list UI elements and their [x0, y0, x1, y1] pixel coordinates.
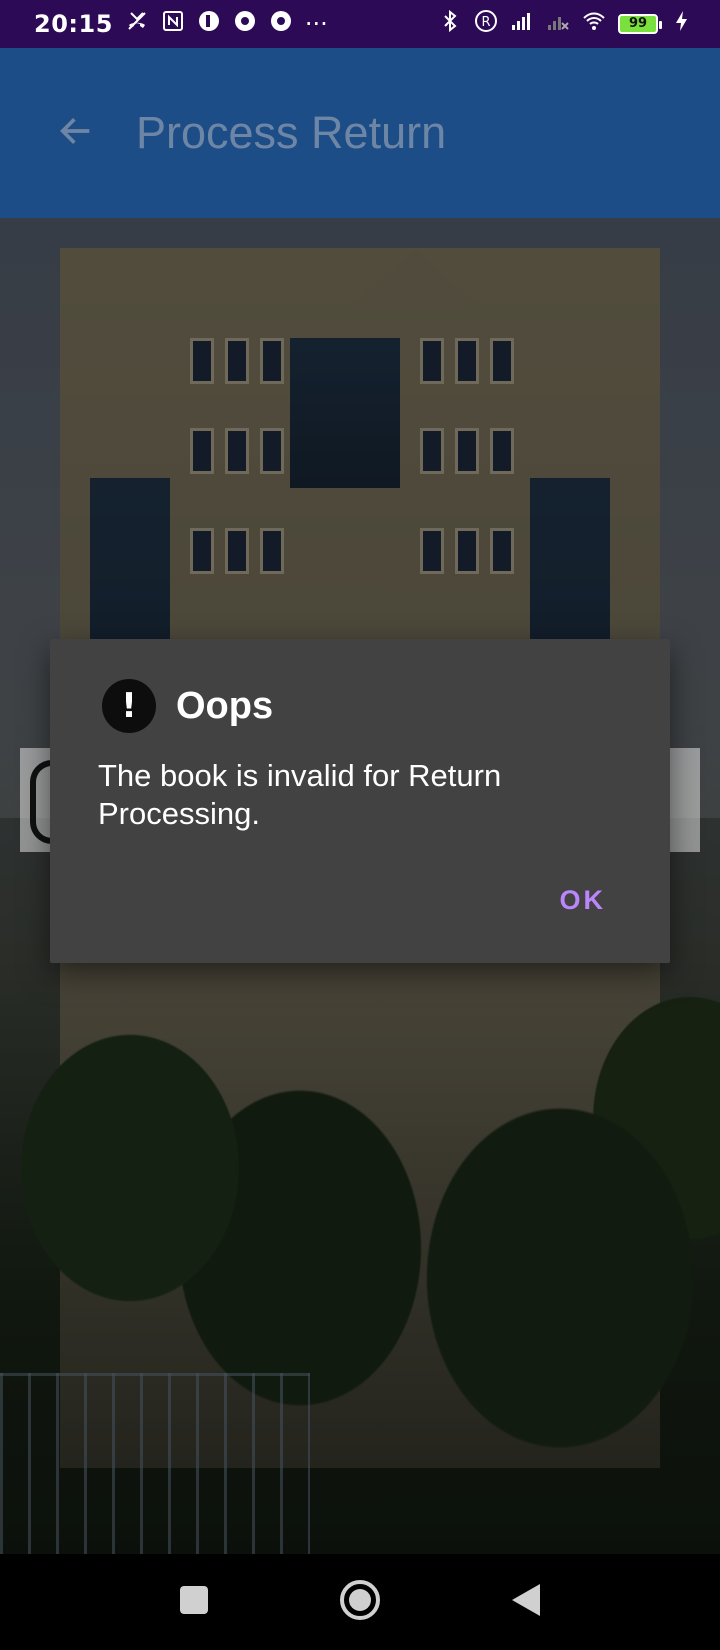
- alert-dialog: ! Oops The book is invalid for Return Pr…: [50, 639, 670, 963]
- app-notification-icon: [197, 9, 221, 39]
- recents-button[interactable]: [176, 1584, 212, 1620]
- charging-icon: [670, 9, 694, 39]
- status-bar-right: R 99: [438, 9, 694, 39]
- app-bar: Process Return: [0, 48, 720, 218]
- back-nav-button[interactable]: [506, 1582, 546, 1622]
- status-bar: 20:15 ··· R 99: [0, 0, 720, 48]
- home-button[interactable]: [336, 1578, 384, 1626]
- signal-no-service-icon: [546, 9, 570, 39]
- battery-icon: 99: [618, 14, 662, 34]
- registered-icon: R: [474, 9, 498, 39]
- dialog-title: Oops: [176, 684, 274, 727]
- chrome-icon: [269, 9, 293, 39]
- home-circle-icon: [338, 1578, 382, 1626]
- back-triangle-icon: [508, 1582, 544, 1622]
- exclamation-circle-icon: !: [102, 679, 156, 733]
- dialog-title-row: ! Oops: [102, 679, 273, 733]
- bluetooth-icon: [438, 9, 462, 39]
- chrome-icon: [233, 9, 257, 39]
- back-button[interactable]: [46, 103, 106, 163]
- arrow-left-icon: [56, 111, 96, 155]
- missed-call-icon: [125, 9, 149, 39]
- navigation-bar: [0, 1554, 720, 1650]
- more-notifications-indicator: ···: [304, 10, 328, 38]
- svg-text:R: R: [481, 15, 490, 30]
- recents-square-icon: [178, 1584, 210, 1620]
- nfc-icon: [161, 9, 185, 39]
- status-time: 20:15: [34, 10, 113, 38]
- wifi-icon: [582, 9, 606, 39]
- signal-icon: [510, 9, 534, 39]
- ok-button[interactable]: OK: [560, 885, 607, 916]
- status-bar-left: 20:15 ···: [34, 9, 328, 39]
- dialog-message: The book is invalid for Return Processin…: [98, 758, 502, 831]
- page-title: Process Return: [136, 107, 447, 158]
